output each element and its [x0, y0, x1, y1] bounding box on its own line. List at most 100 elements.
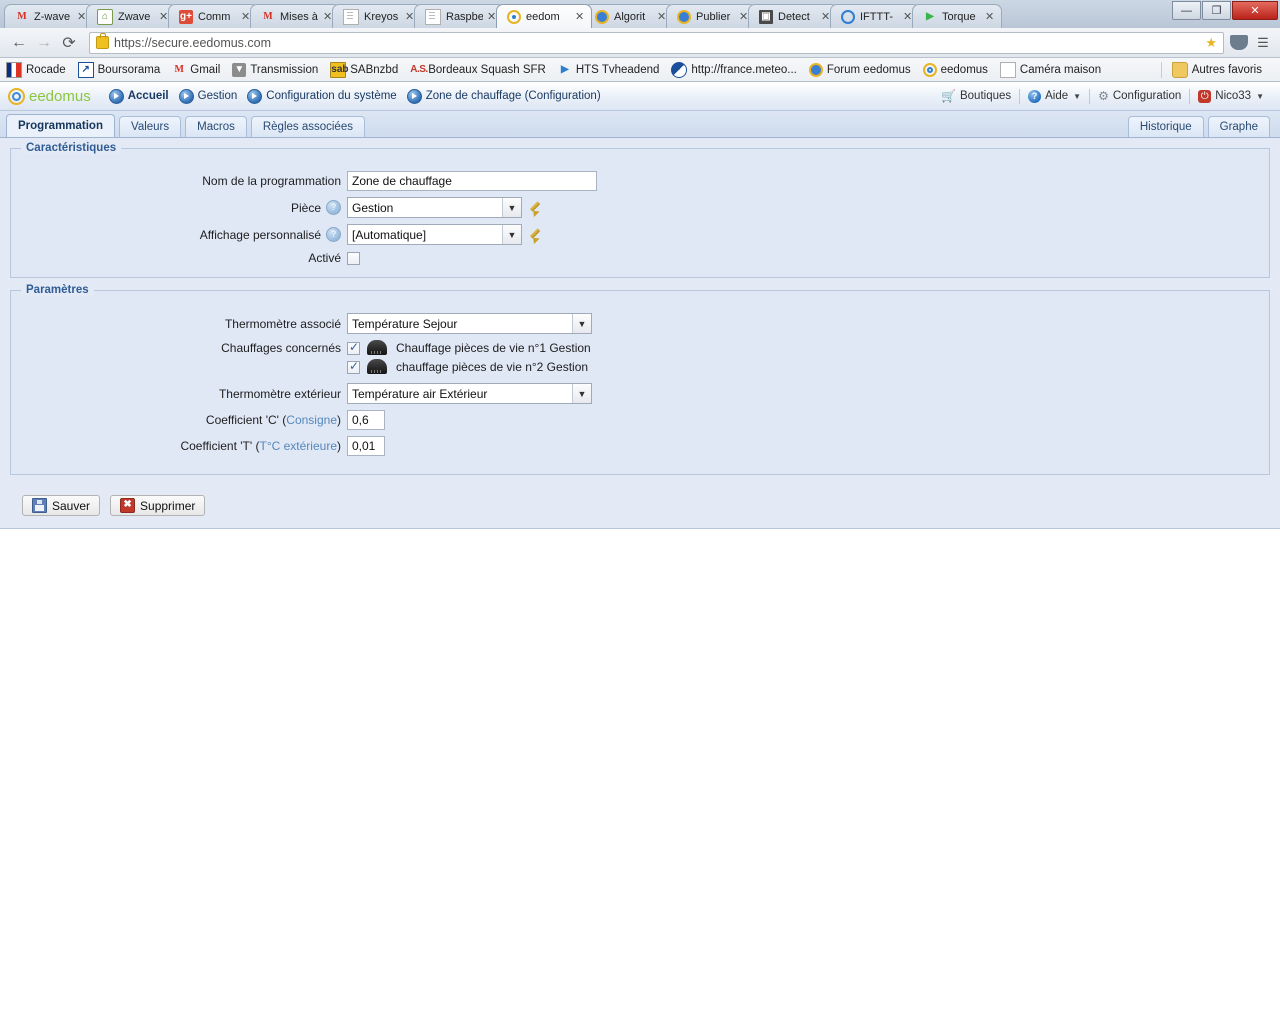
thermometre-value: Température Sejour: [352, 316, 458, 331]
piece-select[interactable]: Gestion ▼: [347, 197, 522, 218]
maximize-button[interactable]: ❐: [1202, 1, 1231, 20]
boutiques-menu[interactable]: 🛒 Boutiques: [933, 89, 1019, 103]
tab-graphe[interactable]: Graphe: [1207, 116, 1270, 137]
arrow-bullet-icon: [247, 88, 263, 104]
browser-tab[interactable]: Algorit ✕: [584, 4, 674, 28]
save-button[interactable]: Sauver: [22, 495, 101, 516]
coefficient-t-label-end: ): [337, 439, 341, 453]
bookmark-star-icon[interactable]: ★: [1205, 35, 1217, 51]
eedomus-app: eedomus Accueil Gestion Configuration du…: [0, 82, 1280, 999]
browser-tab[interactable]: Raspbe ✕: [414, 4, 504, 28]
eedomus-logo-icon: [8, 87, 25, 105]
chevron-down-icon[interactable]: ▼: [502, 225, 521, 244]
coefficient-c-input[interactable]: 0,6: [347, 410, 385, 430]
edit-piece-icon[interactable]: [530, 200, 546, 216]
browser-tab[interactable]: M Mises à ✕: [250, 4, 340, 28]
bookmark-item[interactable]: sab SABnzbd: [330, 61, 398, 78]
tab-valeurs[interactable]: Valeurs: [119, 116, 182, 137]
other-bookmarks-folder[interactable]: Autres favoris: [1151, 61, 1262, 78]
affichage-select[interactable]: [Automatique] ▼: [347, 224, 522, 245]
breadcrumb-label: Gestion: [197, 90, 238, 102]
browser-tab[interactable]: IFTTT- ✕: [830, 4, 920, 28]
aide-menu[interactable]: ? Aide ▼: [1020, 89, 1089, 103]
browser-menu-icon[interactable]: ☰: [1254, 35, 1272, 51]
chauffage-1-checkbox[interactable]: [347, 340, 360, 355]
help-icon[interactable]: ?: [326, 227, 341, 242]
browser-tab-active[interactable]: eedom ✕: [496, 4, 592, 28]
tab-historique[interactable]: Historique: [1127, 116, 1204, 137]
chevron-down-icon[interactable]: ▼: [572, 314, 591, 333]
bookmark-item[interactable]: ↗ Boursorama: [77, 61, 160, 78]
breadcrumb-zone-de-chauffage[interactable]: Zone de chauffage (Configuration): [406, 88, 601, 104]
tab-label: Raspbe: [446, 10, 483, 23]
address-bar[interactable]: https://secure.eedomus.com ★: [89, 31, 1224, 54]
tab-close-icon[interactable]: ✕: [575, 11, 585, 22]
minimize-button[interactable]: —: [1172, 1, 1201, 20]
breadcrumb-accueil[interactable]: Accueil: [108, 88, 169, 104]
browser-tab[interactable]: ⌂ Zwave ✕: [86, 4, 176, 28]
algorithm-icon: [677, 9, 691, 24]
bookmark-item[interactable]: Rocade: [6, 61, 66, 78]
bookmark-item[interactable]: Forum eedomus: [808, 62, 911, 77]
bookmark-label: Caméra maison: [1019, 63, 1102, 76]
coefficient-t-sublabel: T°C extérieure: [259, 439, 338, 453]
back-icon[interactable]: ←: [8, 34, 30, 52]
delete-label: Supprimer: [140, 498, 196, 513]
delete-icon: ✖: [120, 498, 136, 513]
chauffage-option: Chauffage pièces de vie n°1 Gestion: [347, 340, 591, 356]
user-menu[interactable]: ⏻ Nico33 ▼: [1190, 89, 1272, 103]
bookmark-item[interactable]: http://france.meteo...: [671, 61, 797, 78]
nom-programmation-input[interactable]: Zone de chauffage: [347, 171, 597, 191]
breadcrumb-gestion[interactable]: Gestion: [178, 88, 238, 104]
eedomus-icon: [922, 62, 937, 77]
document-icon: [425, 8, 441, 25]
browser-tab[interactable]: ▶ Torque ✕: [912, 4, 1002, 28]
chauffage-2-checkbox[interactable]: [347, 359, 360, 374]
bookmark-item[interactable]: ▶ HTS Tvheadend: [558, 63, 659, 77]
browser-tab[interactable]: Kreyos ✕: [332, 4, 422, 28]
browser-tab[interactable]: ▣ Detect ✕: [748, 4, 838, 28]
form-row-thermometre: Thermomètre associé Température Sejour ▼: [21, 313, 1259, 334]
tab-regles-associees[interactable]: Règles associées: [250, 116, 365, 137]
bookmark-label: http://france.meteo...: [691, 63, 797, 76]
bookmark-item[interactable]: A.S. Bordeaux Squash SFR: [410, 63, 546, 77]
forward-icon[interactable]: →: [33, 34, 55, 52]
breadcrumb-configuration-systeme[interactable]: Configuration du système: [247, 88, 397, 104]
browser-tab[interactable]: Publier ✕: [666, 4, 756, 28]
meteo-icon: [671, 61, 688, 78]
bookmark-label: Gmail: [190, 63, 221, 76]
configuration-menu[interactable]: ⚙ Configuration: [1090, 89, 1189, 103]
thermometre-exterieur-select[interactable]: Température air Extérieur ▼: [347, 383, 592, 404]
close-window-button[interactable]: ✕: [1232, 1, 1278, 20]
affichage-label: Affichage personnalisé: [199, 227, 321, 242]
eedomus-logo[interactable]: eedomus: [8, 87, 91, 105]
detection-icon: ▣: [759, 9, 773, 24]
bookmark-label: eedomus: [940, 63, 988, 76]
france-flag-icon: [6, 61, 22, 78]
bookmark-item[interactable]: ▼ Transmission: [232, 62, 318, 77]
chevron-down-icon[interactable]: ▼: [572, 384, 591, 403]
tab-label: Torque: [942, 10, 976, 23]
tab-programmation[interactable]: Programmation: [6, 114, 115, 137]
help-icon[interactable]: ?: [326, 200, 341, 215]
browser-tab[interactable]: M Z-wave ✕: [4, 4, 94, 28]
form-row-piece: Pièce ? Gestion ▼: [21, 197, 1259, 218]
delete-button[interactable]: ✖ Supprimer: [110, 495, 206, 516]
gmail-icon: M: [263, 10, 273, 22]
active-checkbox[interactable]: [347, 251, 360, 265]
folder-icon: [1171, 61, 1188, 78]
tab-macros[interactable]: Macros: [185, 116, 247, 137]
edit-affichage-icon[interactable]: [530, 227, 546, 243]
chevron-down-icon[interactable]: ▼: [502, 198, 521, 217]
reload-icon[interactable]: ⟳: [58, 33, 80, 53]
bookmark-item[interactable]: Caméra maison: [999, 61, 1102, 78]
bookmark-item[interactable]: eedomus: [922, 62, 988, 77]
coefficient-t-input[interactable]: 0,01: [347, 436, 385, 456]
thermometre-associe-select[interactable]: Température Sejour ▼: [347, 313, 592, 334]
boursorama-icon: ↗: [77, 61, 94, 78]
browser-tab[interactable]: g+ Comm ✕: [168, 4, 258, 28]
bookmark-item[interactable]: M Gmail: [172, 63, 221, 77]
shield-icon[interactable]: [1230, 35, 1248, 50]
tab-close-icon[interactable]: ✕: [985, 11, 995, 22]
help-icon: ?: [1028, 89, 1042, 103]
